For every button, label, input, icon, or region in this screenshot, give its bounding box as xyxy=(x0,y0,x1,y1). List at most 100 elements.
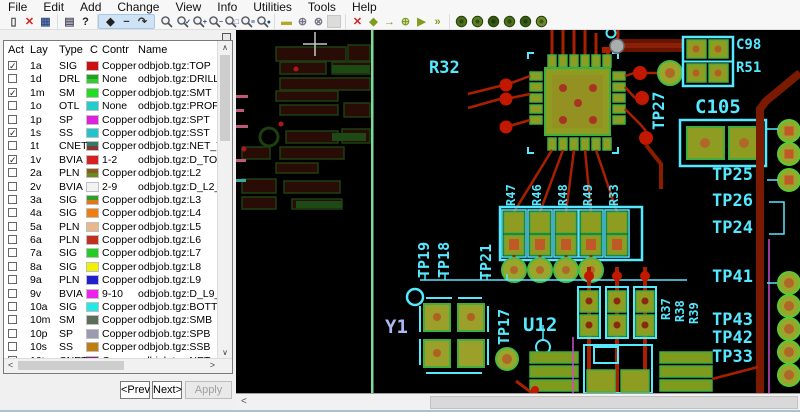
layer-circle-5[interactable] xyxy=(518,15,533,29)
user-bottom-icon[interactable]: ⊗ xyxy=(311,15,326,29)
layer-row-10a[interactable]: 10a SIG Copperodbjob.tgz:BOTTOM xyxy=(4,301,218,314)
layer-color-swatch[interactable] xyxy=(86,194,99,205)
layer-color-swatch[interactable] xyxy=(86,101,99,112)
menu-item-utilities[interactable]: Utilities xyxy=(245,0,300,14)
layer-circle-4[interactable] xyxy=(502,15,517,29)
column-header-name[interactable]: Name xyxy=(138,44,167,56)
layer-row-1o[interactable]: 1o OTL None odbjob.tgz:PROFILE xyxy=(4,100,218,113)
layer-row-1v[interactable]: ✓ 1v BVIA 1-2 odbjob.tgz:D_TOP_ xyxy=(4,154,218,167)
layer-checkbox[interactable] xyxy=(8,235,17,245)
layer-checkbox[interactable] xyxy=(8,261,17,271)
select-mode-icon[interactable]: ◆ xyxy=(103,15,118,29)
layer-color-swatch[interactable] xyxy=(86,181,99,192)
canvas-horizontal-scrollbar[interactable]: < xyxy=(236,393,800,410)
horizontal-scroll-thumb[interactable] xyxy=(18,361,124,370)
layer-checkbox[interactable]: ✓ xyxy=(8,154,17,164)
new-file-icon[interactable]: ▯ xyxy=(6,15,21,29)
layer-row-1s[interactable]: ✓ 1s SS Copper odbjob.tgz:SST xyxy=(4,127,218,140)
redo-icon[interactable]: ↷ xyxy=(135,15,150,29)
layer-row-1m[interactable]: ✓ 1m SM Copper odbjob.tgz:SMT xyxy=(4,87,218,100)
column-header-lay[interactable]: Lay xyxy=(30,44,48,56)
layer-row-10s[interactable]: 10s SS Copper odbjob.tgz:SSB xyxy=(4,341,218,354)
layer-checkbox[interactable] xyxy=(8,328,17,338)
menu-item-tools[interactable]: Tools xyxy=(300,0,344,14)
scroll-up-icon[interactable]: ∧ xyxy=(218,43,232,52)
layer-row-10p[interactable]: 10p SP Copper odbjob.tgz:SPB xyxy=(4,328,218,341)
layer-circle-2[interactable] xyxy=(470,15,485,29)
column-header-act[interactable]: Act xyxy=(8,44,24,56)
layer-color-swatch[interactable] xyxy=(86,114,99,125)
layer-color-swatch[interactable] xyxy=(86,154,99,165)
layer-checkbox[interactable] xyxy=(8,194,17,204)
zoom-select-icon[interactable]: ✓ xyxy=(175,15,191,29)
vertical-scrollbar[interactable]: ∧ ∨ xyxy=(217,41,232,359)
layer-color-swatch[interactable] xyxy=(86,87,99,98)
canvas-scroll-thumb[interactable] xyxy=(430,396,798,409)
layer-color-swatch[interactable] xyxy=(86,261,99,272)
layer-checkbox[interactable] xyxy=(8,101,17,111)
layer-color-swatch[interactable] xyxy=(86,302,99,313)
remove-mode-icon[interactable]: − xyxy=(119,15,134,29)
copy-icon[interactable]: ⊕ xyxy=(398,15,413,29)
zoom-window-icon[interactable]: □ xyxy=(223,15,239,29)
column-header-c[interactable]: C xyxy=(90,44,98,56)
layer-row-1a[interactable]: ✓ 1a SIG Copper odbjob.tgz:TOP xyxy=(4,60,218,73)
layer-row-6a[interactable]: 6a PLN Copper odbjob.tgz:L6 xyxy=(4,234,218,247)
layer-row-10m[interactable]: 10m SM Copper odbjob.tgz:SMB xyxy=(4,314,218,327)
layer-color-swatch[interactable] xyxy=(86,315,99,326)
layer-color-swatch[interactable] xyxy=(86,235,99,246)
layer-color-swatch[interactable] xyxy=(86,328,99,339)
route-icon[interactable]: ▶ xyxy=(414,15,429,29)
layer-row-8a[interactable]: 8a SIG Copper odbjob.tgz:L8 xyxy=(4,261,218,274)
layer-row-1t[interactable]: 1t CNET Copperodbjob.tgz:NET_TO xyxy=(4,140,218,153)
layer-checkbox[interactable] xyxy=(8,208,17,218)
clear-icon[interactable]: ✕ xyxy=(350,15,365,29)
layer-checkbox[interactable] xyxy=(8,168,17,178)
context-help-icon[interactable]: ? xyxy=(78,15,93,29)
highlight-icon[interactable]: ▬ xyxy=(279,15,294,29)
menu-item-info[interactable]: Info xyxy=(209,0,245,14)
column-header-type[interactable]: Type xyxy=(59,44,83,56)
layer-checkbox[interactable] xyxy=(8,221,17,231)
menu-item-change[interactable]: Change xyxy=(109,0,167,14)
move-icon[interactable]: → xyxy=(382,15,397,29)
layer-color-swatch[interactable] xyxy=(86,275,99,286)
layer-color-swatch[interactable] xyxy=(86,208,99,219)
layer-row-3a[interactable]: 3a SIG Copper odbjob.tgz:L3 xyxy=(4,194,218,207)
layer-circle-3[interactable] xyxy=(486,15,501,29)
layer-checkbox[interactable] xyxy=(8,342,17,352)
layer-checkbox[interactable] xyxy=(8,114,17,124)
layer-checkbox[interactable]: ✓ xyxy=(8,87,17,97)
zoom-in-icon[interactable]: + xyxy=(191,15,207,29)
layer-row-2v[interactable]: 2v BVIA 2-9 odbjob.tgz:D_L2_L9 xyxy=(4,181,218,194)
zoom-out-icon[interactable]: − xyxy=(207,15,223,29)
layer-row-4a[interactable]: 4a SIG Copper odbjob.tgz:L4 xyxy=(4,207,218,220)
layer-row-2a[interactable]: 2a PLN Copper odbjob.tgz:L2 xyxy=(4,167,218,180)
menu-item-add[interactable]: Add xyxy=(72,0,109,14)
column-header-contr[interactable]: Contr xyxy=(102,44,129,56)
layer-checkbox[interactable] xyxy=(8,275,17,285)
canvas-scroll-left-icon[interactable]: < xyxy=(241,396,247,407)
layer-color-swatch[interactable] xyxy=(86,221,99,232)
zoom-page-icon[interactable]: ● xyxy=(255,15,271,29)
save-icon[interactable]: ▦ xyxy=(38,15,53,29)
layer-row-5a[interactable]: 5a PLN Copper odbjob.tgz:L5 xyxy=(4,221,218,234)
menu-item-file[interactable]: File xyxy=(0,0,35,14)
scroll-left-icon[interactable]: < xyxy=(8,360,13,370)
layer-circle-6[interactable] xyxy=(534,15,549,29)
layer-checkbox[interactable] xyxy=(8,288,17,298)
layer-checkbox[interactable] xyxy=(8,302,17,312)
zoom-fit-icon[interactable]: ≡ xyxy=(239,15,255,29)
layer-checkbox[interactable]: ✓ xyxy=(8,127,17,137)
zoom-icon[interactable] xyxy=(159,15,174,29)
pcb-canvas[interactable]: R32 C98 R51 C105 TP25 TP26 TP24 TP41 TP43 TP42 TP3… xyxy=(236,29,800,393)
layer-row-7a[interactable]: 7a SIG Copper odbjob.tgz:L7 xyxy=(4,247,218,260)
layer-row-9a[interactable]: 9a PLN Copper odbjob.tgz:L9 xyxy=(4,274,218,287)
layer-color-swatch[interactable] xyxy=(86,288,99,299)
vertical-scroll-thumb[interactable] xyxy=(220,55,230,141)
layer-color-swatch[interactable] xyxy=(86,342,99,353)
disabled-swatch[interactable] xyxy=(327,15,341,28)
layer-color-swatch[interactable] xyxy=(86,61,99,71)
prev-button[interactable]: <Prev xyxy=(120,381,150,399)
next-button[interactable]: Next> xyxy=(152,381,182,399)
